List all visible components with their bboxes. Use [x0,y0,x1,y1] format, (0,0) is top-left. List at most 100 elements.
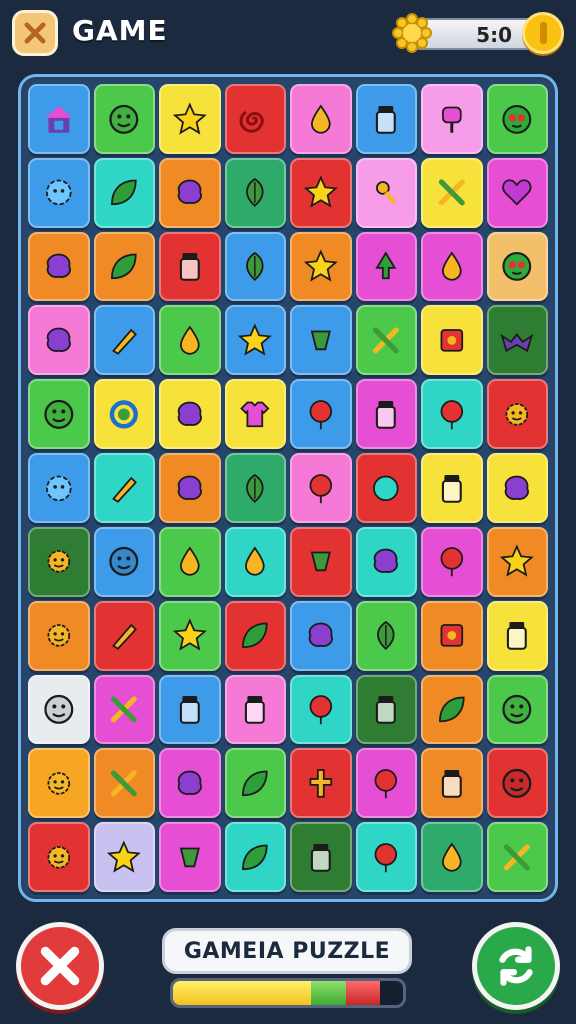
tile-balloon[interactable] [290,379,352,450]
refresh-button[interactable] [472,922,560,1010]
cancel-button[interactable] [16,922,104,1010]
tile-gear[interactable] [28,157,90,228]
tile-blob[interactable] [159,157,221,228]
tile-jar[interactable] [355,674,417,745]
tile-cup[interactable] [290,526,352,597]
tile-drop[interactable] [290,84,352,154]
tile-blob[interactable] [159,379,221,450]
tile-drop[interactable] [159,526,221,597]
tile-face[interactable] [28,379,90,450]
tile-balloon[interactable] [355,822,417,892]
tile-ball[interactable] [355,453,417,523]
tile-star[interactable] [486,526,548,597]
jar-icon [507,622,528,651]
tile-box[interactable] [421,305,483,376]
tile-star[interactable] [290,231,352,302]
tile-jar[interactable] [355,379,417,450]
tile-blob[interactable] [159,748,221,819]
tile-bat[interactable] [486,305,548,376]
tile-house[interactable] [28,84,90,154]
tile-monster[interactable] [486,84,548,154]
tile-balloon[interactable] [421,526,483,597]
refresh-icon [499,946,533,986]
tile-drop[interactable] [224,526,286,597]
tile-jar[interactable] [224,674,286,745]
tile-sun[interactable] [28,600,90,671]
tile-blob[interactable] [28,231,90,302]
tile-heart[interactable] [486,157,548,228]
tile-leaf2[interactable] [224,157,286,228]
tile-shirt[interactable] [224,379,286,450]
blob-icon [505,475,530,500]
tile-balloon[interactable] [290,453,352,523]
tile-blob[interactable] [159,453,221,523]
tile-face[interactable] [93,526,155,597]
tile-star[interactable] [224,305,286,376]
tile-blob[interactable] [355,526,417,597]
tile-star[interactable] [159,600,221,671]
tile-sun[interactable] [28,822,90,892]
tile-pencil[interactable] [93,453,155,523]
tile-face[interactable] [486,748,548,819]
tile-drop[interactable] [421,822,483,892]
tile-monster[interactable] [486,231,548,302]
tile-candy[interactable] [421,84,483,154]
tile-tool[interactable] [421,157,483,228]
tile-tool[interactable] [93,748,155,819]
tile-box[interactable] [421,600,483,671]
drop-icon [179,325,200,355]
tile-swirl[interactable] [224,84,286,154]
tile-star[interactable] [159,84,221,154]
tile-leaf[interactable] [93,157,155,228]
tile-tool[interactable] [486,822,548,892]
tile-jar[interactable] [159,231,221,302]
tile-tree[interactable] [355,231,417,302]
tile-jar[interactable] [421,453,483,523]
tile-leaf[interactable] [421,674,483,745]
tile-cup[interactable] [159,822,221,892]
tile-face[interactable] [93,84,155,154]
tile-leaf2[interactable] [224,453,286,523]
tile-cup[interactable] [290,305,352,376]
tile-leaf[interactable] [224,600,286,671]
tile-pencil[interactable] [93,305,155,376]
tile-jar[interactable] [355,84,417,154]
tile-blob[interactable] [290,600,352,671]
tile-leaf[interactable] [224,748,286,819]
tool-icon [111,770,138,797]
tile-tool[interactable] [355,305,417,376]
leaf2-icon [246,252,264,282]
tile-jar[interactable] [421,748,483,819]
tile-cross[interactable] [290,748,352,819]
tile-leaf[interactable] [224,822,286,892]
tile-jar[interactable] [290,822,352,892]
tile-face[interactable] [486,674,548,745]
tile-pencil[interactable] [93,600,155,671]
pencil-icon [112,476,138,503]
tile-blob[interactable] [486,453,548,523]
tile-balloon[interactable] [290,674,352,745]
tile-sun[interactable] [28,526,90,597]
tile-tool[interactable] [93,674,155,745]
tile-jar[interactable] [486,600,548,671]
tile-key[interactable] [355,157,417,228]
tile-sun[interactable] [486,379,548,450]
tile-sun[interactable] [28,748,90,819]
coin-icon[interactable] [522,12,564,54]
tile-star[interactable] [93,822,155,892]
tile-star[interactable] [290,157,352,228]
tile-blob[interactable] [28,305,90,376]
tile-jar[interactable] [159,674,221,745]
tile-gear[interactable] [28,453,90,523]
blob-icon [46,253,71,279]
tile-ring[interactable] [93,379,155,450]
tile-leaf2[interactable] [224,231,286,302]
tile-drop[interactable] [421,231,483,302]
close-button[interactable] [12,10,58,56]
tile-balloon[interactable] [421,379,483,450]
tile-drop[interactable] [159,305,221,376]
tile-face[interactable] [28,674,90,745]
tile-leaf2[interactable] [355,600,417,671]
tile-balloon[interactable] [355,748,417,819]
tile-leaf[interactable] [93,231,155,302]
